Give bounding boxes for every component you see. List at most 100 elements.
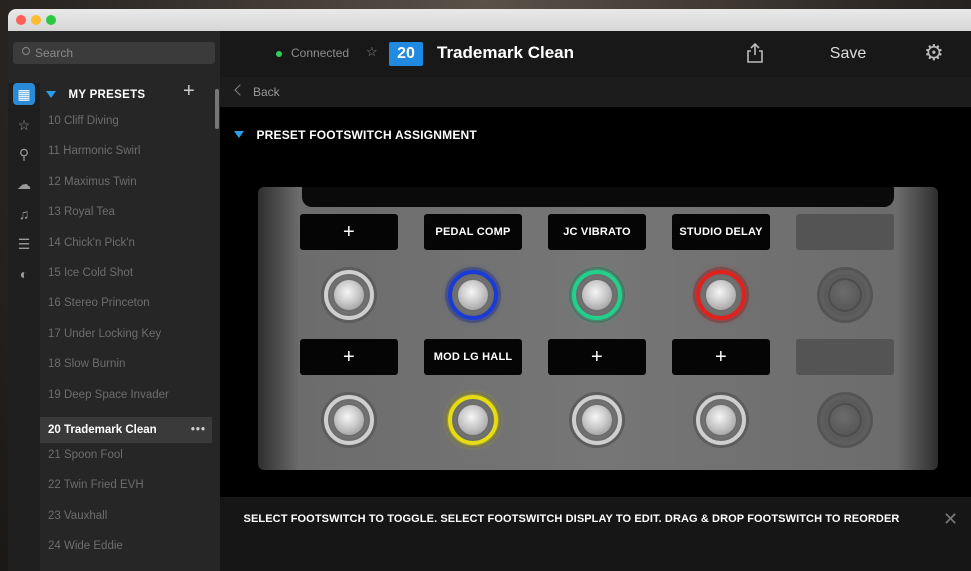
preset-item-label: 13 Royal Tea — [48, 206, 115, 219]
top-bar: Connected ☆ 20 Trademark Clean Save ⚙ — [220, 31, 971, 77]
footswitch-cap — [580, 403, 614, 437]
star-icon[interactable]: ☆ — [366, 44, 378, 60]
footswitch-button[interactable] — [569, 392, 625, 448]
preset-item-label: 16 Stereo Princeton — [48, 297, 150, 310]
chevron-left-icon[interactable] — [234, 84, 246, 96]
sidebar-scrollbar[interactable] — [215, 89, 219, 129]
search-placeholder: Search — [35, 46, 74, 60]
footswitch-display[interactable]: JC VIBRATO — [548, 214, 646, 250]
preset-item[interactable]: 18 Slow Burnin — [40, 354, 212, 384]
back-button[interactable]: Back — [253, 85, 280, 99]
list-icon[interactable]: ☰ — [13, 233, 35, 255]
minimize-window-button[interactable] — [31, 15, 41, 25]
zoom-window-button[interactable] — [46, 15, 56, 25]
presets-icon[interactable]: ▦ — [13, 83, 35, 105]
footswitch-device: + PEDAL COMP JC VIBRATO STUDIO DELAY + MOD LG… — [258, 187, 938, 470]
cloud-icon[interactable]: ☁ — [13, 173, 35, 195]
footswitch-button[interactable] — [321, 392, 377, 448]
expand-triangle-icon — [234, 131, 244, 139]
footswitch-cap — [456, 403, 490, 437]
preset-item-label: 10 Cliff Diving — [48, 115, 119, 127]
preset-item[interactable]: 10 Cliff Diving — [40, 111, 212, 141]
presets-section-title: MY PRESETS — [68, 88, 146, 101]
gear-icon[interactable]: ⚙ — [924, 42, 944, 64]
app-window: Search ▦ ☆ ⚲ ☁ ♫ ☰ ◐ MY PRESETS + 10 Cli… — [8, 9, 971, 571]
preset-item[interactable]: 21 Spoon Fool — [40, 445, 212, 475]
footswitch-display[interactable]: MOD LG HALL — [424, 339, 522, 375]
footswitch-section-header[interactable]: PRESET FOOTSWITCH ASSIGNMENT — [234, 126, 477, 144]
footswitch-button[interactable] — [693, 392, 749, 448]
footswitch-cap — [332, 403, 366, 437]
footswitch-cap — [704, 278, 738, 312]
add-footswitch-assignment-button[interactable]: + — [548, 339, 646, 375]
preset-list: 10 Cliff Diving 11 Harmonic Swirl 12 Maxim… — [40, 111, 212, 566]
save-button[interactable]: Save — [820, 42, 876, 66]
preset-item[interactable]: 17 Under Locking Key — [40, 324, 212, 354]
preset-item-label: 21 Spoon Fool — [48, 448, 123, 461]
footswitch-button[interactable] — [569, 267, 625, 323]
footswitch-button — [817, 267, 873, 323]
sidebar: Search ▦ ☆ ⚲ ☁ ♫ ☰ ◐ MY PRESETS + 10 Cli… — [8, 31, 220, 571]
footswitch-button[interactable] — [445, 267, 501, 323]
sidebar-icon-column: ▦ ☆ ⚲ ☁ ♫ ☰ ◐ — [8, 83, 40, 571]
preset-item[interactable]: 14 Chick'n Pick'n — [40, 233, 212, 263]
footswitch-display[interactable]: STUDIO DELAY — [672, 214, 770, 250]
instruction-text: SELECT FOOTSWITCH TO TOGGLE. SELECT FOOT… — [243, 513, 900, 525]
preset-item[interactable]: 13 Royal Tea — [40, 202, 212, 232]
search-icon — [22, 47, 30, 55]
preset-item-label: 23 Vauxhall — [48, 509, 108, 522]
preset-more-button[interactable]: ••• — [191, 417, 206, 443]
preset-item[interactable]: 15 Ice Cold Shot — [40, 263, 212, 293]
close-window-button[interactable] — [16, 15, 26, 25]
preset-item-label: 12 Maximus Twin — [48, 175, 137, 188]
back-bar: Back — [220, 77, 971, 107]
expand-triangle-icon — [46, 91, 56, 99]
footswitch-cap — [332, 278, 366, 312]
preset-item-label: 24 Wide Eddie — [48, 540, 123, 553]
device-notch — [302, 187, 894, 207]
footswitch-cap — [456, 278, 490, 312]
close-icon[interactable]: ✕ — [943, 509, 958, 530]
add-preset-button[interactable]: + — [183, 81, 195, 101]
preset-item[interactable]: 16 Stereo Princeton — [40, 293, 212, 323]
preset-item[interactable]: 24 Wide Eddie — [40, 536, 212, 566]
footswitch-button[interactable] — [445, 392, 501, 448]
footswitch-cap — [828, 403, 862, 437]
footswitch-display-disabled — [796, 339, 894, 375]
footswitch-button[interactable] — [321, 267, 377, 323]
preset-item-label: 18 Slow Burnin — [48, 358, 126, 371]
favorites-icon[interactable]: ☆ — [13, 114, 35, 136]
preset-item[interactable]: 19 Deep Space Invader — [40, 385, 212, 415]
preset-item[interactable]: 11 Harmonic Swirl — [40, 141, 212, 171]
footswitch-cap — [704, 403, 738, 437]
preset-item-label: 15 Ice Cold Shot — [48, 266, 134, 279]
preset-item[interactable]: 22 Twin Fried EVH — [40, 475, 212, 505]
connection-status-dot — [276, 51, 282, 57]
footswitch-section-title: PRESET FOOTSWITCH ASSIGNMENT — [256, 127, 477, 142]
presets-section-header[interactable]: MY PRESETS — [46, 86, 206, 104]
footswitch-button[interactable] — [693, 267, 749, 323]
footswitch-cap — [828, 278, 862, 312]
add-footswitch-assignment-button[interactable]: + — [300, 339, 398, 375]
preset-item-label: 17 Under Locking Key — [48, 327, 162, 340]
music-icon[interactable]: ♫ — [13, 203, 35, 225]
footswitch-cap — [580, 278, 614, 312]
add-footswitch-assignment-button[interactable]: + — [300, 214, 398, 250]
footswitch-button — [817, 392, 873, 448]
connection-status: Connected — [291, 46, 350, 60]
share-icon[interactable] — [747, 43, 763, 63]
preset-item[interactable]: 12 Maximus Twin — [40, 172, 212, 202]
setlist-icon[interactable]: ⚲ — [13, 143, 35, 165]
tone-icon[interactable]: ◐ — [13, 263, 35, 285]
search-input[interactable]: Search — [13, 42, 215, 64]
main-content: Back PRESET FOOTSWITCH ASSIGNMENT + PEDAL… — [220, 77, 971, 571]
preset-item-label: 14 Chick'n Pick'n — [48, 236, 135, 249]
title-bar — [8, 9, 971, 31]
preset-number-badge: 20 — [389, 42, 423, 66]
preset-item[interactable]: 23 Vauxhall — [40, 506, 212, 536]
preset-item-label: 11 Harmonic Swirl — [48, 145, 141, 158]
add-footswitch-assignment-button[interactable]: + — [672, 339, 770, 375]
footswitch-display[interactable]: PEDAL COMP — [424, 214, 522, 250]
preset-item-selected[interactable]: 20 Trademark Clean ••• — [40, 416, 212, 443]
preset-name-title[interactable]: Trademark Clean — [437, 43, 574, 63]
